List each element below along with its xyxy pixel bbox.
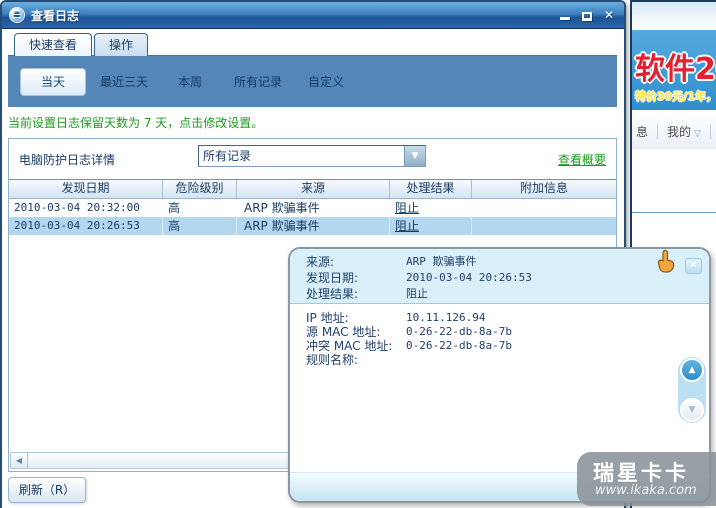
tab-separator — [657, 123, 659, 139]
filter-all-records[interactable]: 所有记录 — [234, 73, 282, 90]
result-link[interactable]: 阻止 — [395, 219, 419, 233]
window-title: 查看日志 — [31, 9, 80, 23]
promo-banner[interactable]: 软件201 特价30元/1年，购 — [632, 30, 716, 110]
cell-extra — [472, 199, 616, 217]
col-source[interactable]: 来源 — [237, 180, 390, 198]
hand-cursor-icon — [656, 249, 676, 280]
result-link[interactable]: 阻止 — [395, 201, 419, 215]
dropdown-value: 所有记录 — [203, 149, 252, 163]
col-extra[interactable]: 附加信息 — [472, 180, 616, 198]
popup-field-date: 发现日期: 2010-03-04 20:26:53 — [306, 271, 532, 285]
popup-body: IP 地址: 10.11.126.94 源 MAC 地址: 0-26-22-db… — [290, 311, 669, 367]
tab-quick-view[interactable]: 快速查看 — [14, 33, 93, 56]
titlebar[interactable]: 查看日志 ✕ — [2, 2, 624, 29]
screen: 软件201 特价30元/1年，购 息 我的▽ 查看日志 ✕ 快速查看 操作 — [0, 0, 716, 508]
popup-field-ip: IP 地址: 10.11.126.94 — [306, 311, 486, 325]
panel-title: 电脑防护日志详情 — [19, 153, 116, 167]
popup-header: 来源: ARP 欺骗事件 发现日期: 2010-03-04 20:26:53 处… — [290, 249, 709, 304]
filter-custom[interactable]: 自定义 — [308, 73, 344, 90]
popup-field-src-mac: 源 MAC 地址: 0-26-22-db-8a-7b — [306, 325, 512, 339]
brand-watermark: 瑞星卡卡 www.ikaka.com — [577, 452, 716, 506]
chevron-down-icon: ▽ — [694, 128, 701, 139]
col-level[interactable]: 危险级别 — [163, 180, 237, 198]
minimize-icon[interactable] — [559, 17, 570, 20]
table-header: 发现日期 危险级别 来源 处理结果 附加信息 — [9, 179, 616, 199]
popup-field-source: 来源: ARP 欺骗事件 — [306, 255, 477, 269]
cell-date: 2010-03-04 20:26:53 — [9, 217, 163, 235]
scroll-up-icon[interactable]: ▲ — [680, 358, 704, 382]
popup-scroll-control: ▲ ▼ — [678, 357, 706, 423]
tab-bar: 快速查看 操作 — [14, 33, 149, 56]
tab-operations[interactable]: 操作 — [94, 33, 149, 56]
popup-close-icon[interactable]: ✕ — [685, 258, 702, 274]
scroll-left-icon[interactable]: ◀ — [11, 453, 28, 468]
maximize-icon[interactable] — [581, 11, 592, 21]
background-window-top — [632, 2, 716, 28]
popup-field-rule: 规则名称: — [306, 353, 359, 367]
cell-date: 2010-03-04 20:32:00 — [14, 201, 140, 214]
col-date[interactable]: 发现日期 — [9, 180, 163, 198]
popup-field-result: 处理结果: 阻止 — [306, 287, 428, 301]
background-tab-bar: 息 我的 ▽ — [632, 114, 716, 149]
view-summary-link[interactable]: 查看概要 — [558, 151, 606, 168]
promo-banner-subtitle: 特价30元/1年，购 — [635, 90, 716, 103]
cell-level: 高 — [163, 217, 237, 235]
background-divider — [632, 212, 716, 213]
filter-today-button[interactable]: 当天 — [20, 67, 86, 96]
tab-separator — [709, 123, 711, 139]
filter-this-week[interactable]: 本周 — [178, 73, 202, 90]
retention-notice[interactable]: 当前设置日志保留天数为 7 天，点击修改设置。 — [8, 114, 263, 131]
log-table: 发现日期 危险级别 来源 处理结果 附加信息 2010-03-04 20:32:… — [9, 179, 616, 235]
tab-message-partial[interactable]: 息 — [636, 123, 648, 140]
filter-band: 当天 最近三天 本周 所有记录 自定义 — [8, 55, 617, 107]
brand-url: www.ikaka.com — [595, 483, 697, 498]
close-icon[interactable]: ✕ — [604, 8, 614, 22]
table-row[interactable]: 2010-03-04 20:32:00 高 ARP 欺骗事件 阻止 — [9, 199, 616, 217]
refresh-button[interactable]: 刷新（R） — [8, 477, 86, 503]
promo-banner-title: 软件201 — [635, 52, 716, 87]
app-icon — [9, 7, 25, 23]
cell-level: 高 — [168, 201, 181, 215]
table-row-selected[interactable]: 2010-03-04 20:26:53 高 ARP 欺骗事件 阻止 — [9, 217, 616, 235]
chevron-down-icon[interactable]: ▼ — [404, 146, 425, 166]
cell-source: ARP 欺骗事件 — [244, 201, 320, 215]
window-controls: ✕ — [559, 8, 614, 22]
cell-source: ARP 欺骗事件 — [237, 217, 390, 235]
col-result[interactable]: 处理结果 — [390, 180, 472, 198]
cell-extra — [472, 217, 616, 235]
filter-three-days[interactable]: 最近三天 — [100, 73, 148, 90]
record-type-dropdown[interactable]: 所有记录 ▼ — [198, 145, 426, 167]
tab-mine[interactable]: 我的 ▽ — [667, 123, 701, 140]
scroll-down-icon[interactable]: ▼ — [680, 398, 704, 422]
popup-field-conflict-mac: 冲突 MAC 地址: 0-26-22-db-8a-7b — [306, 339, 512, 353]
